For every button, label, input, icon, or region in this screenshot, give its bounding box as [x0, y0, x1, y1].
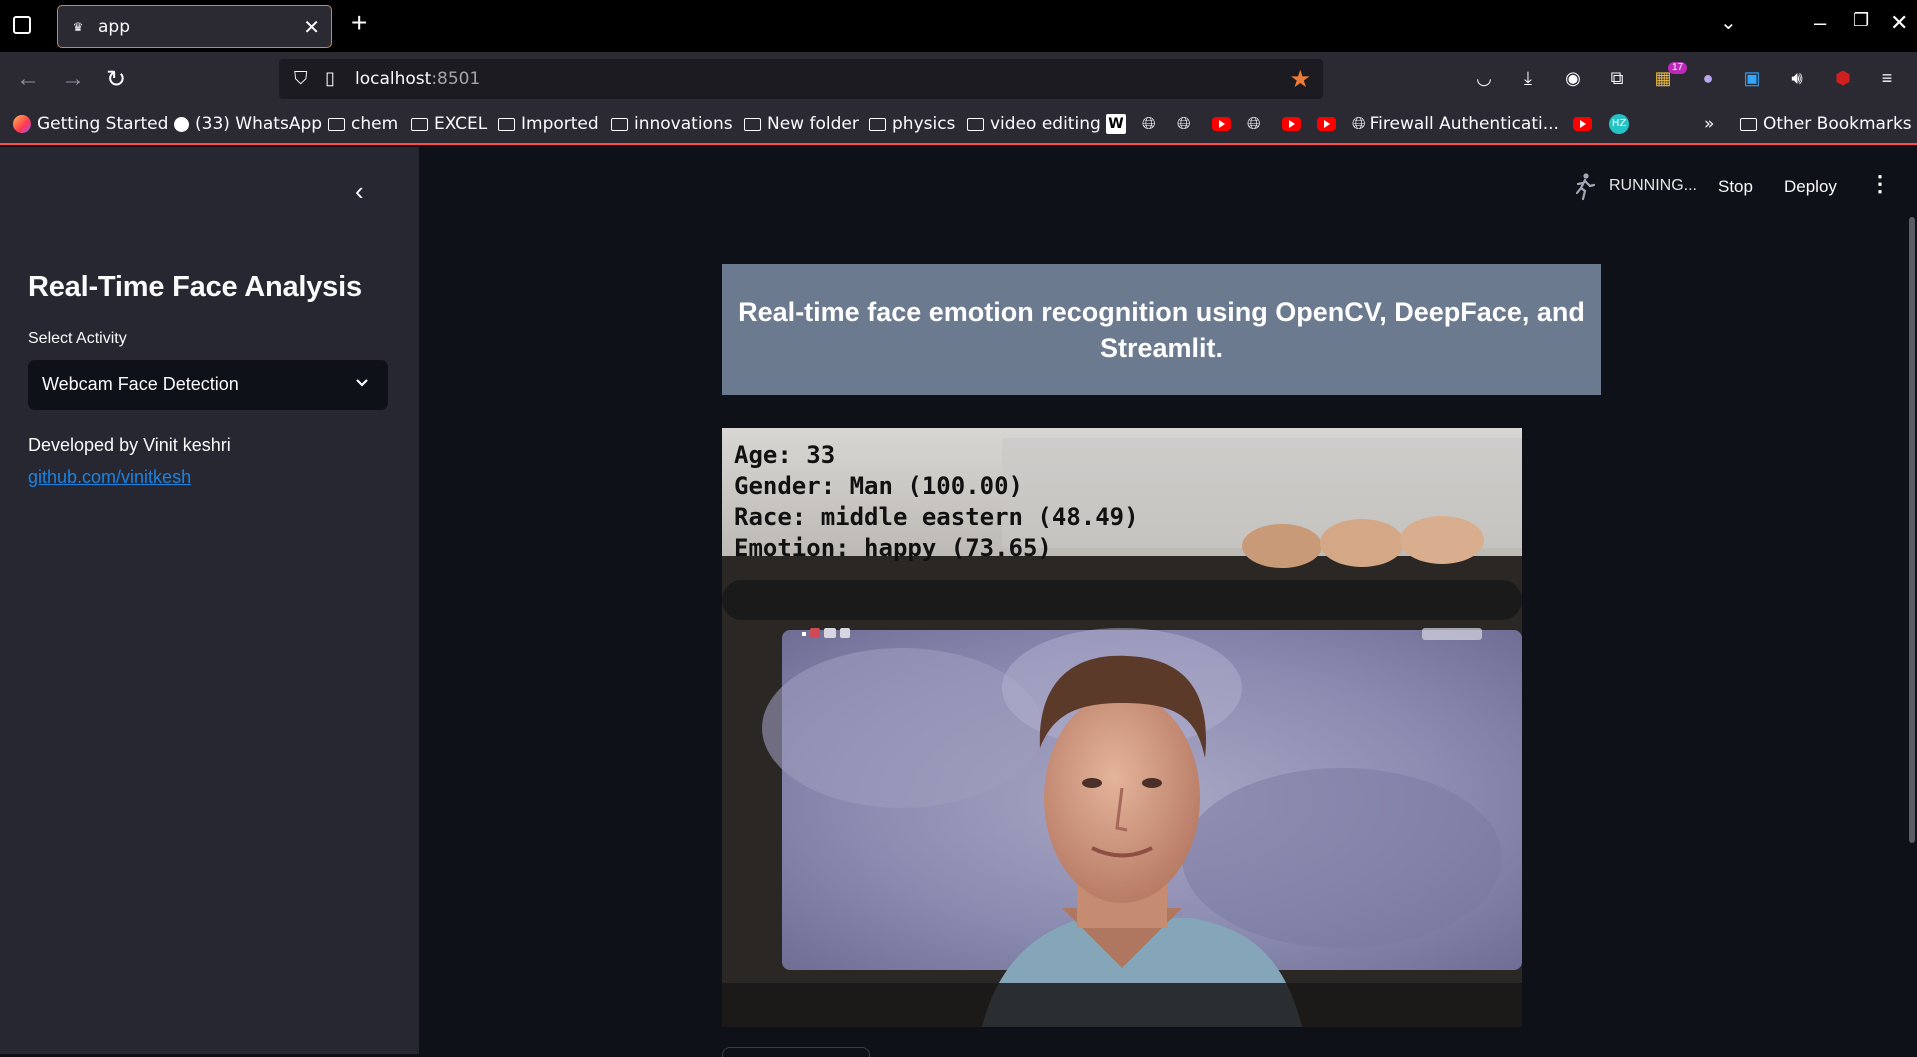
developer-credit: Developed by Vinit keshri	[28, 435, 231, 455]
deploy-button[interactable]: Deploy	[1784, 177, 1837, 197]
select-activity-label: Select Activity	[28, 330, 127, 347]
sidebar-title: Real-Time Face Analysis	[28, 271, 362, 303]
activity-select[interactable]: Webcam Face Detection	[28, 360, 388, 410]
bookmark-physics[interactable]: physics	[869, 114, 955, 134]
youtube-icon	[1282, 117, 1301, 131]
firefox-icon	[13, 115, 31, 133]
extension-globe-icon[interactable]: ●	[1696, 66, 1720, 90]
folder-icon	[411, 117, 428, 131]
folder-icon	[869, 117, 886, 131]
close-icon[interactable]: ✕	[303, 15, 320, 40]
whatsapp-icon	[172, 114, 191, 134]
youtube-icon	[1573, 117, 1592, 131]
hz-icon: HZ	[1609, 114, 1629, 134]
extensions-icon[interactable]: ⧉	[1605, 66, 1629, 90]
folder-icon	[967, 117, 984, 131]
tab-list-icon[interactable]	[13, 16, 31, 34]
menu-icon[interactable]: ≡	[1875, 66, 1899, 90]
tab-title: app	[98, 16, 130, 37]
banner-text: Real-time face emotion recognition using…	[738, 296, 1585, 363]
bookmark-globe-1[interactable]: 🌐︎	[1142, 114, 1156, 134]
reload-icon[interactable]: ↻	[106, 65, 126, 94]
chevron-down-icon	[356, 379, 368, 387]
youtube-icon	[1212, 117, 1231, 131]
bookmark-youtube-2[interactable]	[1282, 117, 1301, 131]
running-person-icon	[1575, 173, 1596, 201]
globe-icon: 🌐︎	[1247, 114, 1261, 134]
bookmark-new-folder[interactable]: New folder	[744, 114, 859, 134]
volume-icon[interactable]: 🔊︎	[1785, 66, 1809, 90]
main-content: RUNNING... Stop Deploy ⋮ Real-time face …	[419, 147, 1917, 1057]
minimize-button[interactable]: –	[1814, 10, 1826, 36]
shield-icon[interactable]: ⛉	[294, 68, 308, 89]
bookmark-youtube-4[interactable]	[1573, 117, 1592, 131]
bookmark-globe-3[interactable]: 🌐︎	[1247, 114, 1261, 134]
restore-button[interactable]: ❐	[1853, 10, 1869, 31]
globe-icon: 🌐︎	[1177, 114, 1191, 134]
bookmark-other-bookmarks[interactable]: Other Bookmarks	[1740, 114, 1912, 134]
close-window-button[interactable]: ✕	[1890, 10, 1908, 36]
browser-chrome: ♛ app ✕ + ⌄ – ❐ ✕ ← → ↻ ⛉ ▯ localhost:85…	[0, 0, 1917, 145]
bookmark-star-icon[interactable]: ★	[1289, 65, 1311, 94]
globe-icon: 🌐︎	[1352, 114, 1366, 134]
overlay-emotion: Emotion: happy (73.65)	[734, 534, 1052, 562]
folder-icon	[611, 117, 628, 131]
collapse-sidebar-icon[interactable]: ‹	[355, 176, 364, 207]
tab-bar: ♛ app ✕ + ⌄ – ❐ ✕	[0, 0, 1917, 52]
description-banner: Real-time face emotion recognition using…	[722, 264, 1601, 395]
scrollbar[interactable]	[1909, 217, 1915, 843]
url-text: localhost:8501	[355, 69, 481, 89]
overlay-race: Race: middle eastern (48.49)	[734, 503, 1139, 531]
downloads-icon[interactable]: ⤓	[1516, 66, 1540, 90]
github-link[interactable]: github.com/vinitkesh	[28, 467, 191, 488]
navigation-bar: ← → ↻ ⛉ ▯ localhost:8501 ★ ◡ ⤓ ◉ ⧉ ▦ 17 …	[0, 52, 1917, 107]
bookmark-youtube-1[interactable]	[1212, 117, 1231, 131]
bookmark-hz[interactable]: HZ	[1609, 114, 1629, 134]
bookmark-whatsapp[interactable]: (33) WhatsApp	[172, 114, 322, 134]
youtube-icon	[1317, 117, 1336, 131]
overlay-gender: Gender: Man (100.00)	[734, 472, 1023, 500]
activity-select-value: Webcam Face Detection	[42, 374, 239, 394]
pocket-icon[interactable]: ◡	[1472, 66, 1496, 90]
bookmarks-overflow-icon[interactable]: »	[1704, 114, 1714, 134]
stop-button[interactable]: Stop	[1718, 177, 1753, 197]
folder-icon	[744, 117, 761, 131]
bookmark-wikipedia[interactable]: W	[1106, 114, 1126, 134]
bookmark-getting-started[interactable]: Getting Started	[13, 114, 168, 134]
screenshot-icon[interactable]: ▣	[1740, 66, 1764, 90]
globe-icon: 🌐︎	[1142, 114, 1156, 134]
bookmark-video-editing[interactable]: video editing	[967, 114, 1101, 134]
extension-badge: 17	[1668, 62, 1688, 74]
folder-icon	[498, 117, 515, 131]
page-icon[interactable]: ▯	[325, 68, 335, 89]
new-tab-button[interactable]: +	[351, 9, 367, 37]
streamlit-crown-icon: ♛	[72, 19, 84, 34]
sidebar: ‹ Real-Time Face Analysis Select Activit…	[0, 147, 419, 1054]
ublock-icon[interactable]: ⬢	[1831, 66, 1855, 90]
bookmark-imported[interactable]: Imported	[498, 114, 599, 134]
running-status: RUNNING...	[1609, 177, 1697, 194]
back-icon[interactable]: ←	[16, 65, 40, 93]
bookmark-excel[interactable]: EXCEL	[411, 114, 487, 134]
account-icon[interactable]: ◉	[1561, 66, 1585, 90]
wikipedia-icon: W	[1106, 114, 1126, 134]
bookmark-globe-2[interactable]: 🌐︎	[1177, 114, 1191, 134]
bookmark-innovations[interactable]: innovations	[611, 114, 733, 134]
bookmark-youtube-3[interactable]	[1317, 117, 1336, 131]
webcam-frame: Age: 33 Gender: Man (100.00) Race: middl…	[722, 428, 1522, 1027]
bookmark-firewall[interactable]: 🌐︎ Firewall Authenticati...	[1352, 114, 1559, 134]
folder-icon	[1740, 117, 1757, 131]
url-bar[interactable]: ⛉ ▯ localhost:8501 ★	[279, 59, 1323, 99]
list-all-tabs-icon[interactable]: ⌄	[1720, 10, 1737, 35]
forward-icon[interactable]: →	[61, 65, 85, 93]
tab-app[interactable]: ♛ app ✕	[57, 5, 332, 48]
bookmark-chem[interactable]: chem	[328, 114, 398, 134]
bookmarks-toolbar: Getting Started (33) WhatsApp chem EXCEL…	[0, 107, 1917, 145]
stop-webcam-button[interactable]	[722, 1047, 870, 1057]
overlay-age: Age: 33	[734, 441, 836, 469]
folder-icon	[328, 117, 345, 131]
main-menu-icon[interactable]: ⋮	[1869, 171, 1891, 197]
